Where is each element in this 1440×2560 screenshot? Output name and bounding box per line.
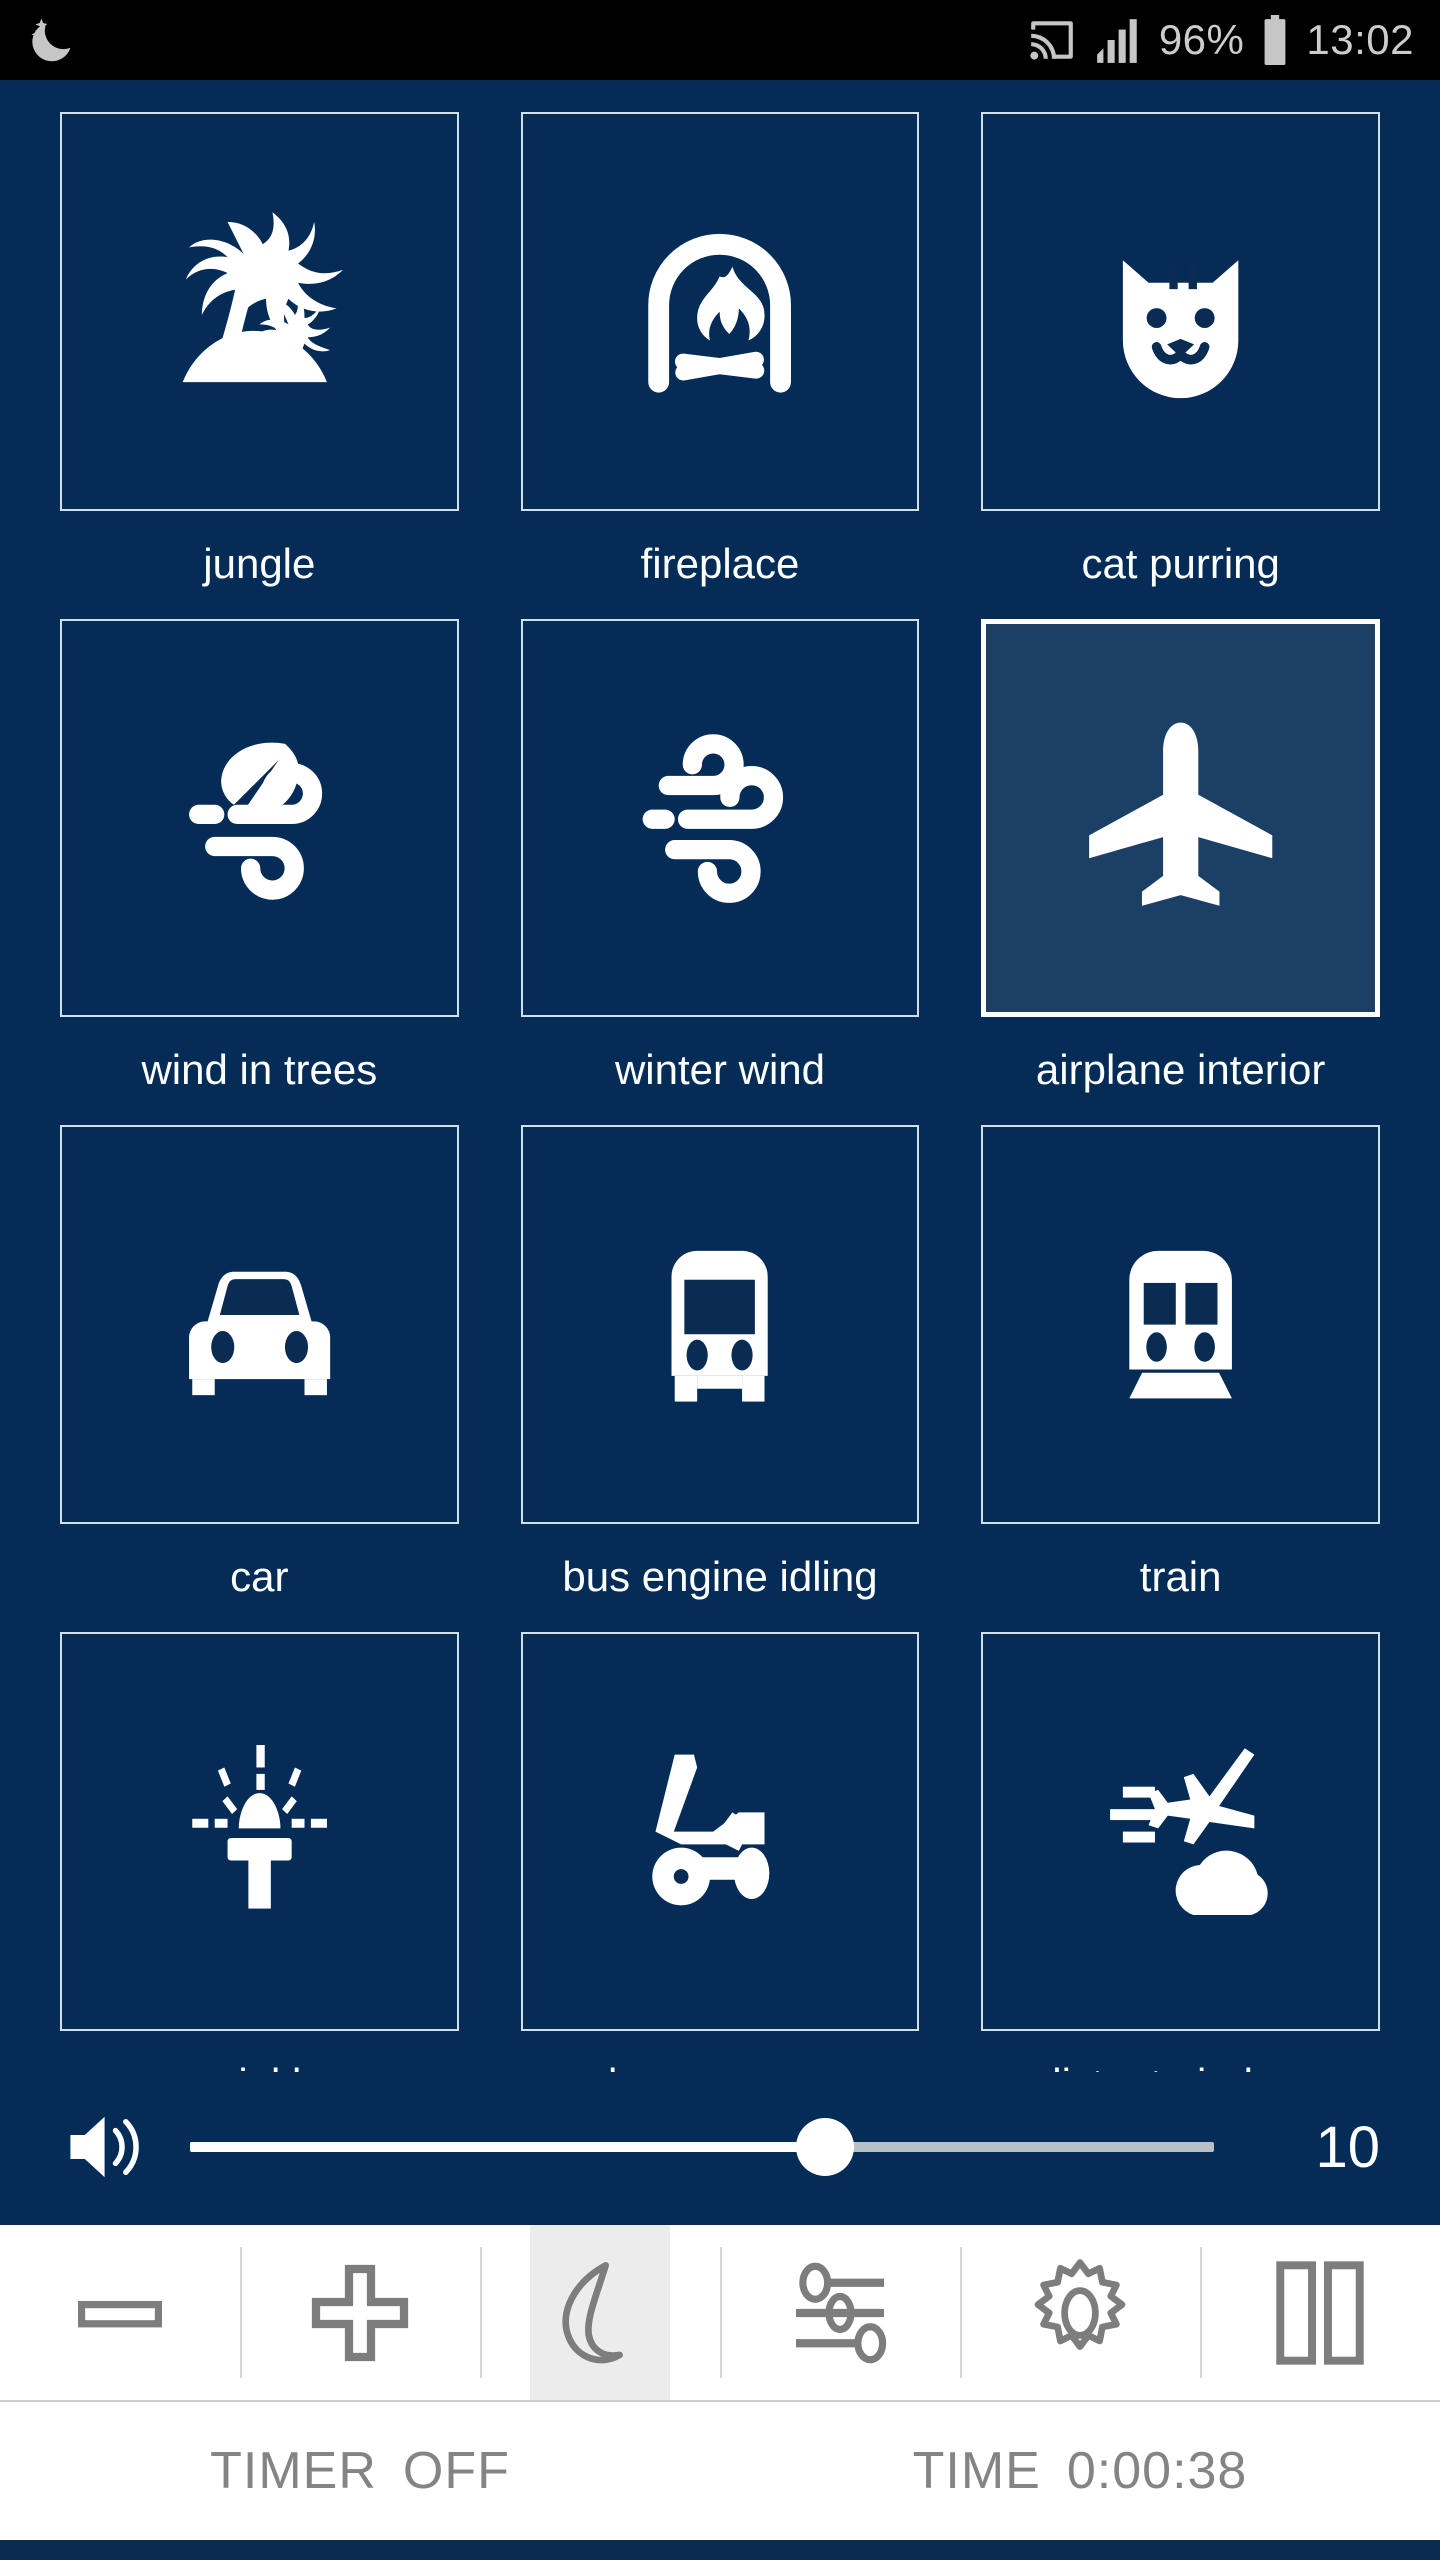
lawn-mower-icon: [523, 1634, 918, 2029]
sound-tile-label: sprinkler: [60, 2031, 459, 2072]
sound-cell: winter wind: [520, 618, 920, 1126]
settings-button[interactable]: [960, 2225, 1200, 2400]
sound-tile-train[interactable]: [981, 1125, 1380, 1524]
wind-icon: [523, 621, 918, 1016]
sound-tile-cat-purring[interactable]: [981, 112, 1380, 511]
battery-percent: 96%: [1158, 16, 1245, 63]
status-bar-clock: 13:02: [1306, 16, 1414, 63]
cast-icon: [1027, 15, 1077, 65]
sound-cell: car: [60, 1125, 459, 1632]
sound-tile-wind-in-trees[interactable]: [60, 618, 459, 1018]
sound-cell: fireplace: [520, 112, 920, 619]
status-bar-left: [26, 14, 78, 66]
sound-grid-scroll-area[interactable]: jungle fireplace cat purring wind in trees w…: [0, 80, 1440, 2072]
time-value: 0:00:38: [1066, 2442, 1248, 2500]
timer-label: TIMER: [210, 2442, 377, 2500]
sound-tile-label: lawn mower: [521, 2031, 920, 2072]
bottom-toolbar: [0, 2222, 1440, 2400]
plus-icon: [290, 2225, 430, 2400]
volume-slider[interactable]: [190, 2117, 1214, 2177]
sound-tile-label: car: [230, 1553, 289, 1600]
status-bar: 96% 13:02: [0, 0, 1440, 80]
palm-island-icon: [62, 114, 457, 509]
sound-tile-winter-wind[interactable]: [520, 618, 920, 1018]
sound-cell: bus engine idling: [520, 1125, 920, 1632]
speaker-volume-icon[interactable]: [60, 2106, 170, 2188]
minus-icon: [50, 2225, 190, 2400]
sound-cell: wind in trees: [60, 618, 459, 1126]
wind-leaf-icon: [62, 621, 457, 1016]
sound-tile-bus-engine-idling[interactable]: [520, 1125, 920, 1525]
sound-cell: sprinkler: [60, 1632, 459, 2072]
sound-tile-label: distant airplane: [981, 2031, 1380, 2072]
gear-icon: [1010, 2225, 1150, 2400]
distant-plane-icon: [983, 1634, 1378, 2029]
crescent-moon-icon: [530, 2225, 670, 2400]
fireplace-icon: [523, 114, 918, 509]
sound-tile-label: cat purring: [1081, 539, 1280, 587]
sound-tile-car[interactable]: [60, 1125, 459, 1524]
sound-cell: airplane interior: [981, 618, 1380, 1126]
sound-tile-label: train: [1139, 1553, 1222, 1600]
bus-front-icon: [523, 1127, 918, 1522]
pause-icon: [1250, 2225, 1390, 2400]
status-bar-right: 96% 13:02: [1027, 15, 1414, 65]
sound-tile-label: airplane interior: [1035, 1046, 1326, 1094]
sound-cell: train: [981, 1125, 1380, 1632]
sound-cell: jungle: [60, 112, 459, 619]
train-front-icon: [983, 1127, 1378, 1522]
sound-grid: jungle fireplace cat purring wind in trees w…: [60, 80, 1380, 2072]
airplane-icon: [986, 624, 1375, 1013]
car-front-icon: [62, 1127, 457, 1522]
sound-tile-fireplace[interactable]: [520, 112, 920, 511]
minus-button[interactable]: [0, 2225, 240, 2400]
volume-row: 10: [0, 2072, 1440, 2222]
plus-button[interactable]: [240, 2225, 480, 2400]
footer-strip: [0, 2540, 1440, 2560]
volume-slider-fill: [190, 2142, 825, 2152]
sound-tile-label: fireplace: [640, 539, 800, 587]
pause-button[interactable]: [1200, 2225, 1440, 2400]
sprinkler-icon: [62, 1634, 457, 2029]
elapsed-time[interactable]: TIME 0:00:38: [720, 2441, 1440, 2501]
sliders-icon: [770, 2225, 910, 2400]
signal-bars-icon: [1093, 17, 1143, 63]
time-label: TIME: [912, 2442, 1041, 2500]
sound-cell: lawn mower: [520, 1632, 920, 2072]
volume-slider-thumb[interactable]: [795, 2118, 854, 2176]
sound-tile-sprinkler[interactable]: [60, 1632, 459, 2031]
sound-tile-jungle[interactable]: [60, 112, 459, 511]
sound-tile-distant-airplane[interactable]: [981, 1632, 1380, 2031]
crescent-moon-icon: [26, 14, 78, 66]
sound-tile-airplane-interior[interactable]: [981, 618, 1380, 1018]
mixer-button[interactable]: [720, 2225, 960, 2400]
cat-face-icon: [983, 114, 1378, 509]
night-button[interactable]: [480, 2225, 720, 2400]
timer-status[interactable]: TIMER OFF: [0, 2441, 720, 2501]
volume-value: 10: [1315, 2114, 1380, 2180]
battery-full-icon: [1260, 15, 1290, 65]
app-root: 96% 13:02 jungle fireplace cat purring wind…: [0, 0, 1440, 2560]
sound-tile-label: winter wind: [614, 1046, 826, 1094]
sound-cell: cat purring: [981, 112, 1380, 619]
timer-bar: TIMER OFF TIME 0:00:38: [0, 2400, 1440, 2540]
sound-tile-label: jungle: [203, 539, 316, 587]
sound-tile-label: bus engine idling: [562, 1553, 878, 1601]
sound-tile-lawn-mower[interactable]: [520, 1632, 920, 2031]
sound-tile-label: wind in trees: [141, 1046, 378, 1094]
timer-value: OFF: [402, 2442, 510, 2500]
sound-cell: distant airplane: [981, 1632, 1380, 2072]
